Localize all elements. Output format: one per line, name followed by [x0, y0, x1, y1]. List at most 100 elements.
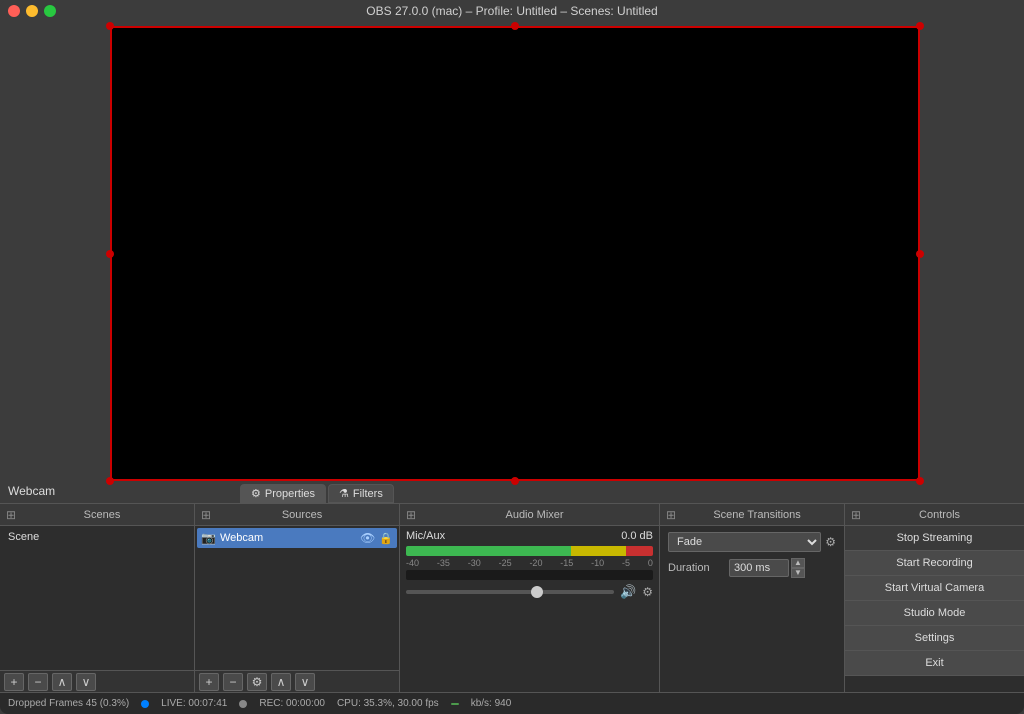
move-scene-up-button[interactable]: ∧ — [52, 673, 72, 691]
rec-time: REC: 00:00:00 — [259, 698, 325, 709]
controls-panel: ⊞ Controls Stop Streaming Start Recordin… — [845, 504, 1024, 692]
duration-spinner: ▲ ▼ — [791, 558, 805, 578]
tab-properties-label: Properties — [265, 488, 315, 500]
duration-label: Duration — [668, 562, 723, 574]
transitions-expand-icon: ⊞ — [666, 508, 676, 522]
scenes-expand-icon: ⊞ — [6, 508, 16, 522]
settings-button[interactable]: Settings — [845, 626, 1024, 651]
handle-tc[interactable] — [511, 22, 519, 30]
start-virtual-camera-button[interactable]: Start Virtual Camera — [845, 576, 1024, 601]
handle-bc[interactable] — [511, 477, 519, 485]
duration-input[interactable]: 300 ms — [729, 559, 789, 577]
scenes-list: Scene — [0, 526, 194, 670]
meter-empty — [406, 570, 653, 580]
sources-expand-icon: ⊞ — [201, 508, 211, 522]
stop-streaming-button[interactable]: Stop Streaming — [845, 526, 1024, 551]
sources-title: Sources — [282, 509, 322, 521]
handle-tr[interactable] — [916, 22, 924, 30]
audio-content: Mic/Aux 0.0 dB -40 -35 -30 -25 -20 -15 -… — [400, 526, 659, 692]
controls-buttons: Stop Streaming Start Recording Start Vir… — [845, 526, 1024, 692]
controls-expand-icon: ⊞ — [851, 508, 861, 522]
live-dot — [141, 700, 149, 708]
settings-label: Settings — [915, 632, 955, 644]
move-source-down-button[interactable]: ∨ — [295, 673, 315, 691]
source-item-webcam[interactable]: 📷 Webcam 👁 🔒 — [197, 528, 397, 548]
live-time: LIVE: 00:07:41 — [161, 698, 227, 709]
transition-select[interactable]: Fade Cut — [668, 532, 821, 552]
sources-toolbar: + − ⚙ ∧ ∨ — [195, 670, 399, 692]
window-title: OBS 27.0.0 (mac) – Profile: Untitled – S… — [366, 4, 657, 18]
maximize-button[interactable] — [44, 5, 56, 17]
meter-labels: -40 -35 -30 -25 -20 -15 -10 -5 0 — [402, 558, 657, 568]
eye-icon[interactable]: 👁 — [360, 531, 375, 545]
audio-gear-icon[interactable]: ⚙ — [642, 585, 653, 599]
studio-mode-button[interactable]: Studio Mode — [845, 601, 1024, 626]
add-source-button[interactable]: + — [199, 673, 219, 691]
transition-type-row: Fade Cut ⚙ — [662, 528, 842, 556]
move-source-up-button[interactable]: ∧ — [271, 673, 291, 691]
scene-transitions-panel: ⊞ Scene Transitions Fade Cut ⚙ Duration … — [660, 504, 845, 692]
audio-source-name: Mic/Aux — [406, 530, 445, 542]
dropped-frames: Dropped Frames 45 (0.3%) — [8, 698, 129, 709]
cpu-info: CPU: 35.3%, 30.00 fps — [337, 698, 439, 709]
speaker-icon[interactable]: 🔊 — [620, 584, 636, 600]
transitions-title: Scene Transitions — [713, 509, 800, 521]
transitions-content: Fade Cut ⚙ Duration 300 ms ▲ ▼ — [660, 526, 844, 692]
handle-tl[interactable] — [106, 22, 114, 30]
kb-value: kb/s: 940 — [471, 698, 512, 709]
handle-ml[interactable] — [106, 250, 114, 258]
studio-mode-label: Studio Mode — [904, 607, 966, 619]
duration-down-button[interactable]: ▼ — [791, 568, 805, 578]
meter-green — [406, 546, 571, 556]
exit-label: Exit — [925, 657, 943, 669]
controls-title: Controls — [919, 509, 960, 521]
start-recording-button[interactable]: Start Recording — [845, 551, 1024, 576]
tab-properties[interactable]: ⚙ Properties — [240, 484, 326, 503]
audio-mixer-panel: ⊞ Audio Mixer Mic/Aux 0.0 dB -40 -35 -30 — [400, 504, 660, 692]
lock-icon[interactable]: 🔒 — [379, 532, 393, 545]
handle-br[interactable] — [916, 477, 924, 485]
transitions-header: ⊞ Scene Transitions — [660, 504, 844, 526]
scene-item[interactable]: Scene — [2, 528, 192, 546]
start-recording-label: Start Recording — [896, 557, 972, 569]
source-settings-button[interactable]: ⚙ — [247, 673, 267, 691]
close-button[interactable] — [8, 5, 20, 17]
tab-filters[interactable]: ⚗ Filters — [328, 484, 394, 503]
kb-box — [451, 703, 459, 705]
source-label: Webcam — [220, 532, 263, 544]
scenes-title: Scenes — [84, 509, 121, 521]
exit-button[interactable]: Exit — [845, 651, 1024, 676]
meter-red — [626, 546, 653, 556]
audio-db-value: 0.0 dB — [621, 530, 653, 542]
preview-container — [110, 26, 920, 481]
start-virtual-label: Start Virtual Camera — [885, 582, 984, 594]
add-scene-button[interactable]: + — [4, 673, 24, 691]
volume-slider[interactable] — [406, 590, 614, 594]
scenes-header: ⊞ Scenes — [0, 504, 194, 526]
statusbar: Dropped Frames 45 (0.3%) LIVE: 00:07:41 … — [0, 692, 1024, 714]
scenes-toolbar: + − ∧ ∨ — [0, 670, 194, 692]
controls-header: ⊞ Controls — [845, 504, 1024, 526]
stop-streaming-label: Stop Streaming — [897, 532, 973, 544]
volume-thumb[interactable] — [531, 586, 543, 598]
audio-source-row: Mic/Aux 0.0 dB — [402, 528, 657, 544]
audio-header: ⊞ Audio Mixer — [400, 504, 659, 526]
sources-list: 📷 Webcam 👁 🔒 — [195, 526, 399, 670]
move-scene-down-button[interactable]: ∨ — [76, 673, 96, 691]
duration-up-button[interactable]: ▲ — [791, 558, 805, 568]
meter-yellow — [571, 546, 626, 556]
audio-meter-2 — [406, 570, 653, 580]
audio-meter — [406, 546, 653, 556]
panel-tabs: ⚙ Properties ⚗ Filters — [0, 484, 394, 503]
scene-label: Scene — [8, 531, 39, 543]
audio-controls: 🔊 ⚙ — [402, 582, 657, 602]
gear-icon: ⚙ — [251, 487, 261, 500]
handle-mr[interactable] — [916, 250, 924, 258]
minimize-button[interactable] — [26, 5, 38, 17]
audio-expand-icon: ⊞ — [406, 508, 416, 522]
transition-gear-icon[interactable]: ⚙ — [825, 535, 836, 549]
audio-title: Audio Mixer — [505, 509, 563, 521]
remove-scene-button[interactable]: − — [28, 673, 48, 691]
preview-canvas[interactable] — [110, 26, 920, 481]
remove-source-button[interactable]: − — [223, 673, 243, 691]
